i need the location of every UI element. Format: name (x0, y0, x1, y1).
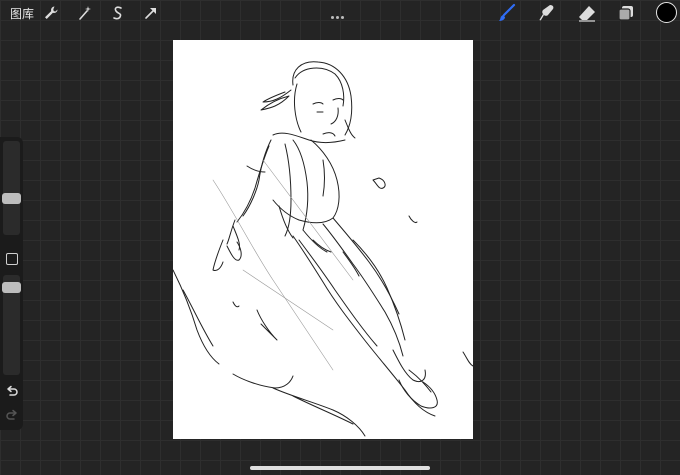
layers-button[interactable] (614, 2, 638, 24)
layers-icon (618, 6, 633, 21)
transform-arrow-icon (145, 8, 156, 19)
smudge-icon (539, 5, 554, 21)
color-picker-swatch[interactable] (656, 2, 677, 23)
brush-size-slider[interactable] (3, 141, 20, 235)
selection-icon (113, 6, 122, 20)
sketch-drawing (173, 61, 473, 437)
redo-icon[interactable] (5, 409, 19, 423)
home-indicator (250, 466, 430, 470)
transform-button[interactable] (141, 3, 161, 23)
brush-size-thumb[interactable] (2, 193, 21, 204)
smudge-button[interactable] (535, 2, 559, 24)
brush-opacity-thumb[interactable] (2, 282, 21, 293)
undo-icon[interactable] (5, 385, 19, 399)
eraser-icon (579, 6, 595, 22)
eraser-button[interactable] (575, 2, 599, 24)
selection-button[interactable] (108, 3, 128, 23)
brush-button[interactable] (495, 2, 519, 24)
magic-wand-icon (79, 6, 91, 20)
wrench-icon (45, 6, 58, 19)
modify-button[interactable] (6, 253, 18, 265)
actions-button[interactable] (41, 3, 61, 23)
adjustments-button[interactable] (75, 3, 95, 23)
drawing-canvas[interactable] (173, 40, 473, 439)
top-toolbar: 图库 (0, 0, 680, 26)
brush-icon (499, 3, 516, 21)
sidebar (0, 137, 23, 430)
more-options-dots[interactable] (331, 4, 349, 19)
gallery-button[interactable]: 图库 (10, 5, 34, 22)
